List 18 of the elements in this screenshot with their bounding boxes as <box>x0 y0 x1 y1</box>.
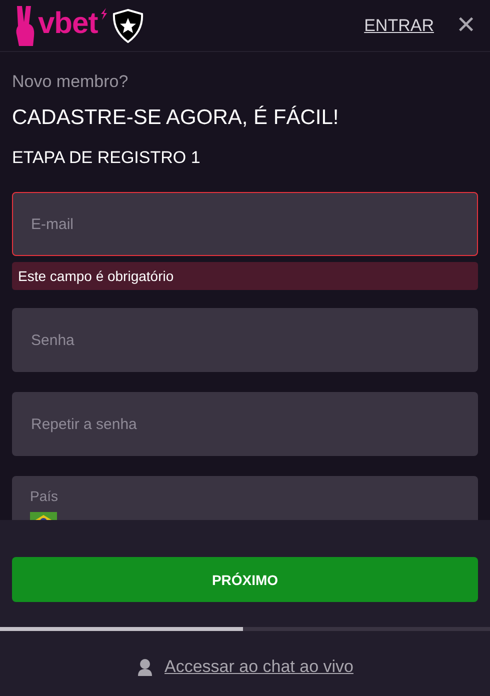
login-link[interactable]: ENTRAR <box>364 16 434 36</box>
country-select[interactable]: País <box>12 476 478 520</box>
step-title: ETAPA DE REGISTRO 1 <box>12 148 202 168</box>
support-agent-icon <box>136 658 152 676</box>
input-field[interactable]: E-mail <box>12 192 478 256</box>
logo-text: vbet <box>38 8 98 38</box>
hand-icon <box>14 6 36 46</box>
input-field[interactable]: Senha <box>12 308 478 372</box>
live-chat-link[interactable]: Accessar ao chat ao vivo <box>164 657 354 677</box>
field-label: País <box>30 488 60 504</box>
next-button[interactable]: PRÓXIMO <box>12 557 478 602</box>
input-field[interactable]: Repetir a senha <box>12 392 478 456</box>
subtitle: Novo membro? <box>12 72 130 92</box>
lightning-icon <box>100 8 108 20</box>
star-shield-icon <box>112 8 144 42</box>
close-button[interactable]: ✕ <box>456 11 476 40</box>
error-message: Este campo é obrigatório <box>12 262 478 290</box>
headline: CADASTRE-SE AGORA, É FÁCIL! <box>12 106 340 130</box>
